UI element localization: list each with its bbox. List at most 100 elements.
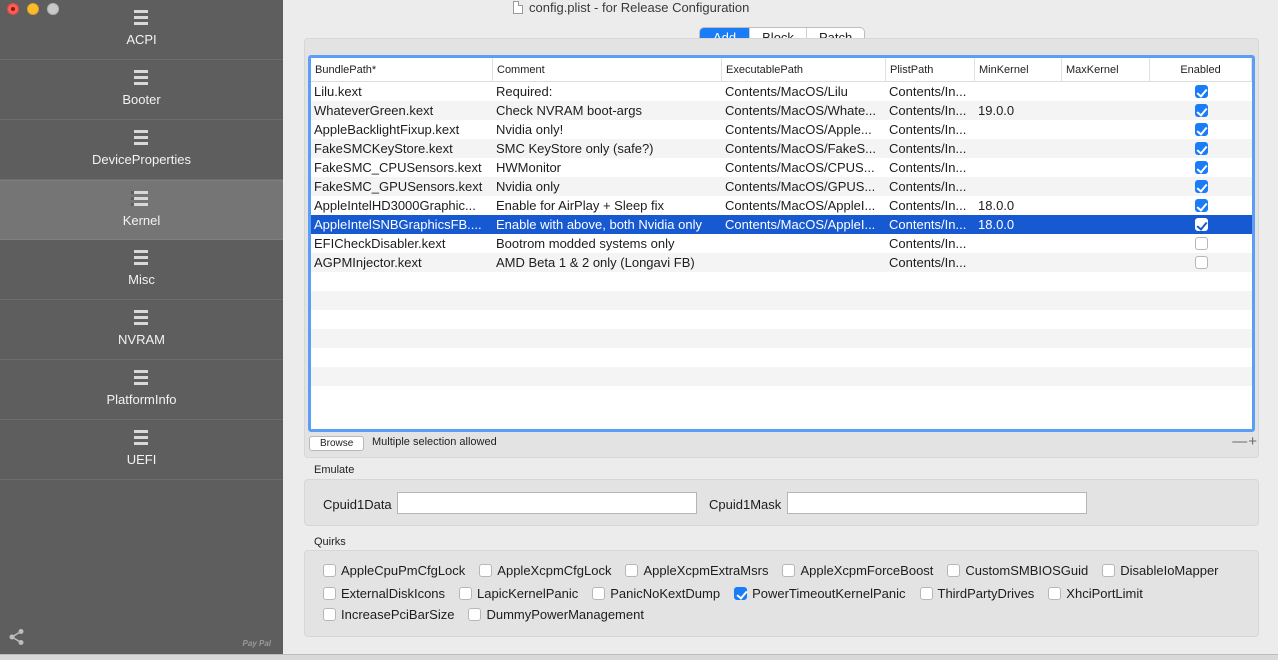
quirk-thirdpartydrives[interactable]: ThirdPartyDrives xyxy=(919,586,1034,601)
enabled-checkbox[interactable] xyxy=(1194,123,1208,137)
enabled-checkbox[interactable] xyxy=(1194,218,1208,232)
list-icon xyxy=(131,250,148,265)
sidebar-item-deviceproperties[interactable]: DeviceProperties xyxy=(0,120,283,180)
sidebar-item-platforminfo[interactable]: PlatformInfo xyxy=(0,360,283,420)
remove-add-buttons[interactable]: —+ xyxy=(1232,433,1258,450)
quirk-checkbox[interactable] xyxy=(459,587,473,600)
enabled-checkbox[interactable] xyxy=(1194,256,1208,270)
column-header-executablepath[interactable]: ExecutablePath xyxy=(722,58,886,82)
kext-table[interactable]: BundlePath* Comment ExecutablePath Plist… xyxy=(308,55,1255,432)
quirk-checkbox[interactable] xyxy=(323,564,336,577)
quirk-checkbox[interactable] xyxy=(734,587,748,600)
quirk-checkbox[interactable] xyxy=(592,587,606,600)
table-row[interactable]: AppleIntelSNBGraphicsFB.... Enable with a… xyxy=(311,215,1252,234)
quirk-label: AppleCpuPmCfgLock xyxy=(341,563,466,578)
cell-bundle: AGPMInjector.kext xyxy=(314,255,422,270)
quirk-checkbox[interactable] xyxy=(468,608,482,621)
column-header-minkernel[interactable]: MinKernel xyxy=(975,58,1062,82)
quirk-checkbox[interactable] xyxy=(323,608,336,621)
quirk-lapickernelpanic[interactable]: LapicKernelPanic xyxy=(459,586,578,601)
quirks-row: ExternalDiskIcons LapicKernelPanic PanicNo… xyxy=(323,586,1157,601)
sidebar-item-kernel[interactable]: Kernel xyxy=(0,180,283,240)
sidebar-item-misc[interactable]: Misc xyxy=(0,240,283,300)
quirk-checkbox[interactable] xyxy=(1048,587,1062,600)
quirk-label: PanicNoKextDump xyxy=(610,586,721,601)
sidebar-item-uefi[interactable]: UEFI xyxy=(0,420,283,480)
table-row[interactable]: FakeSMC_CPUSensors.kext HWMonitor Contents… xyxy=(311,158,1252,177)
quirk-applecpupmcfglock[interactable]: AppleCpuPmCfgLock xyxy=(323,563,465,578)
table-row[interactable]: FakeSMC_GPUSensors.kext Nvidia only Conten… xyxy=(311,177,1252,196)
cell-comment: SMC KeyStore only (safe?) xyxy=(496,141,654,156)
cell-enabled xyxy=(1150,253,1252,272)
table-row[interactable]: AppleBacklightFixup.kext Nvidia only! Cont… xyxy=(311,120,1252,139)
table-row[interactable]: FakeSMCKeyStore.kext SMC KeyStore only (s… xyxy=(311,139,1252,158)
cell-plist: Contents/In... xyxy=(889,122,967,137)
cell-plist: Contents/In... xyxy=(889,141,967,156)
quirk-increasepcibarsize[interactable]: IncreasePciBarSize xyxy=(323,607,454,622)
cell-max xyxy=(1062,234,1150,253)
quirk-checkbox[interactable] xyxy=(1102,564,1116,577)
empty-table-row xyxy=(311,272,1252,291)
share-icon[interactable] xyxy=(8,628,26,646)
column-header-bundlepath[interactable]: BundlePath* xyxy=(311,58,493,82)
cell-exec xyxy=(722,234,886,253)
cell-exec: Contents/MacOS/Whate... xyxy=(725,103,877,118)
quirk-checkbox[interactable] xyxy=(323,587,336,600)
column-header-comment[interactable]: Comment xyxy=(493,58,722,82)
cell-exec: Contents/MacOS/Lilu xyxy=(725,84,848,99)
cell-enabled xyxy=(1150,82,1252,101)
list-icon xyxy=(131,70,148,85)
enabled-checkbox[interactable] xyxy=(1194,180,1208,194)
cell-comment: AMD Beta 1 & 2 only (Longavi FB) xyxy=(496,255,695,270)
empty-table-row xyxy=(311,386,1252,405)
quirk-checkbox[interactable] xyxy=(947,564,961,577)
table-row[interactable]: EFICheckDisabler.kext Bootrom modded syst… xyxy=(311,234,1252,253)
list-icon xyxy=(131,430,148,445)
quirk-externaldiskicons[interactable]: ExternalDiskIcons xyxy=(323,586,445,601)
paypal-donate-logo[interactable]: Pay Pal xyxy=(243,639,271,648)
enabled-checkbox[interactable] xyxy=(1194,85,1208,99)
enabled-checkbox[interactable] xyxy=(1194,104,1208,118)
table-row[interactable]: WhateverGreen.kext Check NVRAM boot-args C… xyxy=(311,101,1252,120)
quirk-applexcpmextramsrs[interactable]: AppleXcpmExtraMsrs xyxy=(625,563,768,578)
column-header-enabled[interactable]: Enabled xyxy=(1150,58,1252,82)
column-header-plistpath[interactable]: PlistPath xyxy=(886,58,975,82)
enabled-checkbox[interactable] xyxy=(1194,142,1208,156)
quirk-checkbox[interactable] xyxy=(782,564,796,577)
quirk-disableiomapper[interactable]: DisableIoMapper xyxy=(1102,563,1219,578)
list-icon xyxy=(131,370,148,385)
cell-comment: Required: xyxy=(496,84,553,99)
quirk-applexcpmforceboost[interactable]: AppleXcpmForceBoost xyxy=(782,563,933,578)
quirks-row: AppleCpuPmCfgLock AppleXcpmCfgLock AppleXc… xyxy=(323,563,1233,578)
quirk-checkbox[interactable] xyxy=(625,564,639,577)
sidebar-item-booter[interactable]: Booter xyxy=(0,60,283,120)
quirk-checkbox[interactable] xyxy=(919,587,933,600)
enabled-checkbox[interactable] xyxy=(1194,237,1208,251)
main-panel: config.plist - for Release Configuration… xyxy=(283,0,1278,660)
enabled-checkbox[interactable] xyxy=(1194,161,1208,175)
sidebar-item-nvram[interactable]: NVRAM xyxy=(0,300,283,360)
quirk-xhciportlimit[interactable]: XhciPortLimit xyxy=(1048,586,1143,601)
quirk-checkbox[interactable] xyxy=(479,564,493,577)
cell-comment: Enable for AirPlay + Sleep fix xyxy=(496,198,665,213)
table-row[interactable]: AppleIntelHD3000Graphic... Enable for Air… xyxy=(311,196,1252,215)
empty-table-row xyxy=(311,348,1252,367)
cpuid1mask-input[interactable] xyxy=(787,492,1087,514)
quirk-powertimeoutkernelpanic[interactable]: PowerTimeoutKernelPanic xyxy=(734,586,906,601)
table-row[interactable]: Lilu.kext Required: Contents/MacOS/Lilu Con… xyxy=(311,82,1252,101)
sidebar-item-acpi[interactable]: ACPI xyxy=(0,0,283,60)
quirk-applexcpmcfglock[interactable]: AppleXcpmCfgLock xyxy=(479,563,611,578)
quirk-dummypowermanagement[interactable]: DummyPowerManagement xyxy=(468,607,644,622)
sidebar-item-label: PlatformInfo xyxy=(106,392,177,407)
list-icon xyxy=(131,310,148,325)
enabled-checkbox[interactable] xyxy=(1194,199,1208,213)
cell-enabled xyxy=(1150,158,1252,177)
cell-min xyxy=(975,82,1062,101)
quirk-panicnokextdump[interactable]: PanicNoKextDump xyxy=(592,586,720,601)
column-header-maxkernel[interactable]: MaxKernel xyxy=(1062,58,1150,82)
table-row[interactable]: AGPMInjector.kext AMD Beta 1 & 2 only (Lo… xyxy=(311,253,1252,272)
browse-button[interactable]: Browse xyxy=(309,436,365,451)
cell-plist: Contents/In... xyxy=(889,255,967,270)
quirk-customsmbiosguid[interactable]: CustomSMBIOSGuid xyxy=(947,563,1088,578)
cpuid1data-input[interactable] xyxy=(397,492,697,514)
